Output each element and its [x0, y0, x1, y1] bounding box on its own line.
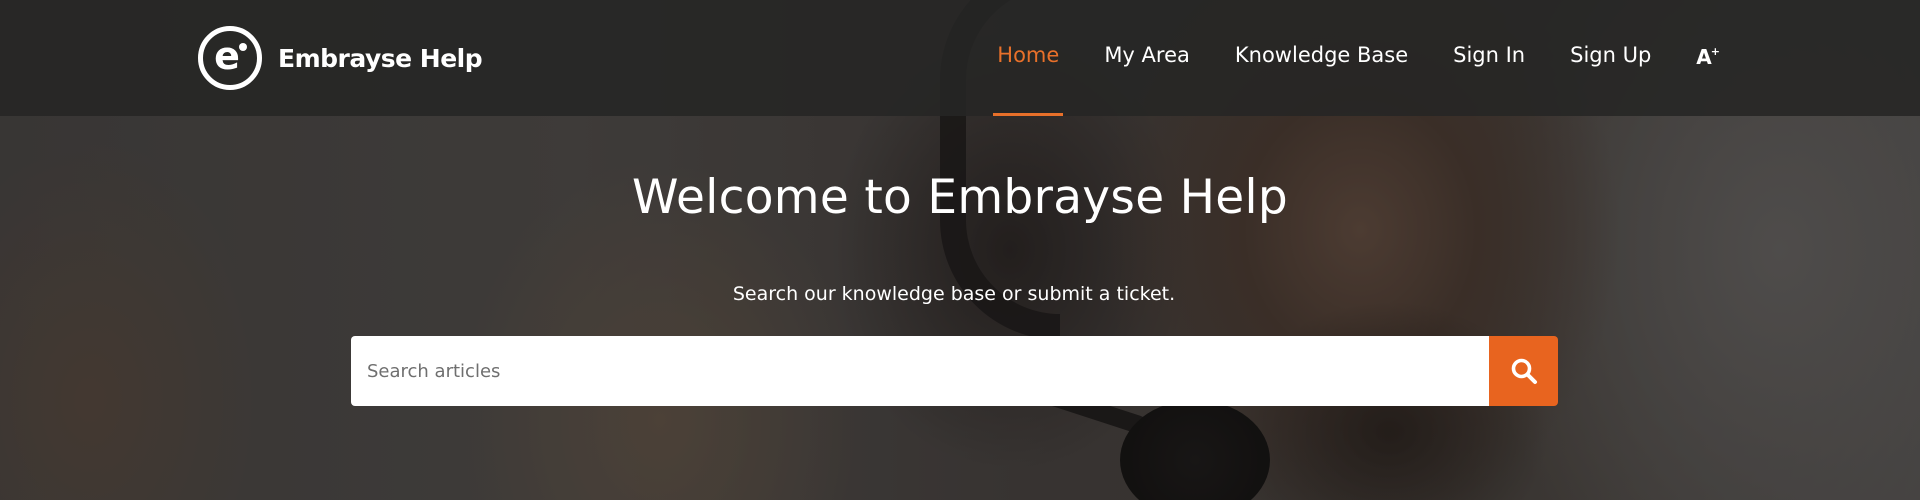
text-size-plus: + [1710, 45, 1720, 58]
search-icon [1511, 358, 1537, 384]
text-size-icon[interactable]: A + [1696, 45, 1720, 71]
brand-logo-icon: e [198, 26, 262, 90]
search-form [351, 336, 1558, 406]
brand-name: Embrayse Help [278, 43, 483, 73]
nav-item-my-area[interactable]: My Area [1104, 0, 1190, 116]
text-size-letter: A [1696, 45, 1712, 69]
nav-item-knowledge-base[interactable]: Knowledge Base [1235, 0, 1408, 116]
top-navigation-bar: e Embrayse Help Home My Area Knowledge B… [0, 0, 1920, 116]
hero-banner: e Embrayse Help Home My Area Knowledge B… [0, 0, 1920, 500]
page-title: Welcome to Embrayse Help [632, 170, 1288, 225]
search-button[interactable] [1489, 336, 1558, 406]
page-subtitle: Search our knowledge base or submit a ti… [732, 283, 1176, 305]
brand-logo-letter: e [214, 34, 240, 78]
brand-logo-link[interactable]: e Embrayse Help [198, 26, 483, 90]
nav-item-home[interactable]: Home [993, 0, 1064, 116]
nav-item-sign-in[interactable]: Sign In [1453, 0, 1525, 116]
main-nav: Home My Area Knowledge Base Sign In Sign… [993, 0, 1720, 116]
search-input[interactable] [351, 336, 1489, 406]
brand-logo-dot [239, 43, 247, 51]
nav-item-sign-up[interactable]: Sign Up [1570, 0, 1651, 116]
